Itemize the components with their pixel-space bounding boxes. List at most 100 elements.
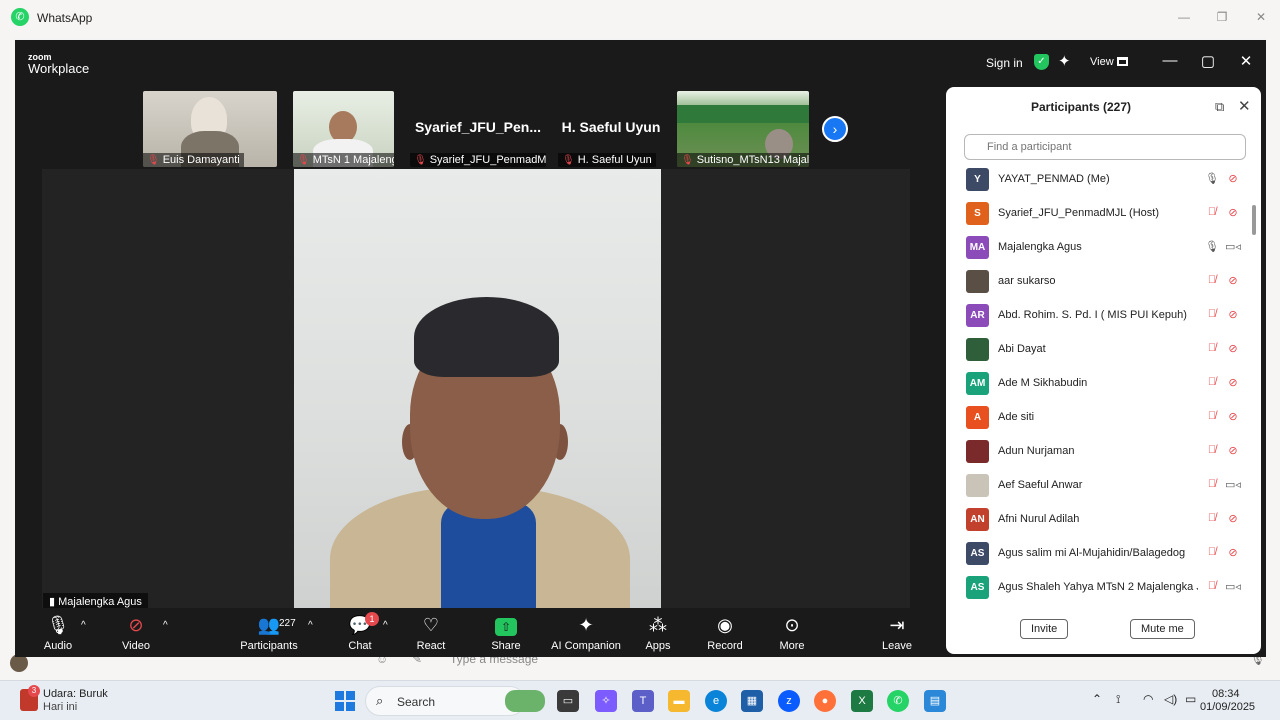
gallery-tile[interactable]: H. Saeful Uyun 🎙 H. Saeful Uyun: [558, 91, 664, 167]
weather-status[interactable]: Udara: Buruk: [43, 688, 108, 700]
more-button[interactable]: ⊙ More: [777, 614, 807, 652]
camera-off-icon[interactable]: ⊘: [1224, 274, 1242, 287]
microphone-icon[interactable]: 🎙: [1204, 240, 1220, 253]
participant-row[interactable]: AR Abd. Rohim. S. Pd. I ( MIS PUI Kepuh) 🎙…: [946, 299, 1251, 333]
wifi-icon[interactable]: ◠: [1143, 692, 1153, 706]
teams-icon[interactable]: T: [632, 690, 654, 712]
video-options-caret[interactable]: ^: [163, 620, 168, 631]
view-grid-icon[interactable]: [1117, 57, 1128, 66]
participant-row[interactable]: AS Agus Shaleh Yahya MTsN 2 Majalengka Ja…: [946, 571, 1251, 605]
participant-name: Abi Dayat: [998, 343, 1046, 355]
mic-muted-icon[interactable]: 🎙̸: [1204, 444, 1220, 456]
participant-row[interactable]: aar sukarso 🎙̸ ⊘: [946, 265, 1251, 299]
chevron-up-icon[interactable]: ⌃: [1092, 692, 1102, 706]
participant-row[interactable]: MA Majalengka Agus 🎙 ▭◃: [946, 231, 1251, 265]
pop-out-icon[interactable]: ⧉: [1215, 99, 1224, 115]
maximize-icon[interactable]: ▢: [1198, 52, 1218, 70]
ai-companion-button[interactable]: ✦ AI Companion: [551, 614, 621, 652]
audio-button[interactable]: 🎙 Audio: [43, 614, 73, 652]
shield-icon[interactable]: ✓: [1034, 54, 1049, 70]
scrollbar[interactable]: [1252, 205, 1256, 235]
whatsapp-app-icon[interactable]: ✆: [887, 690, 909, 712]
mic-muted-icon[interactable]: 🎙̸: [1204, 410, 1220, 422]
gallery-next-button[interactable]: ›: [822, 116, 848, 142]
participant-row[interactable]: Adun Nurjaman 🎙̸ ⊘: [946, 435, 1251, 469]
camera-icon[interactable]: ▭◃: [1224, 240, 1242, 253]
mic-muted-icon[interactable]: 🎙̸: [1204, 206, 1220, 218]
taskbar-search[interactable]: ⌕ Search: [365, 686, 525, 716]
chat-button[interactable]: 💬 1 Chat: [345, 612, 379, 652]
task-view-icon[interactable]: ▭: [557, 690, 579, 712]
close-icon[interactable]: ✕: [1236, 52, 1256, 70]
copilot-icon[interactable]: ✧: [595, 690, 617, 712]
mic-muted-icon[interactable]: 🎙̸: [1204, 546, 1220, 558]
camera-off-icon[interactable]: ⊘: [1224, 342, 1242, 355]
participants-button[interactable]: 👥 227 Participants: [239, 614, 299, 652]
participant-row[interactable]: Abi Dayat 🎙̸ ⊘: [946, 333, 1251, 367]
network-icon[interactable]: ⟟: [1116, 692, 1120, 707]
widget-icon[interactable]: [505, 690, 545, 712]
participant-row[interactable]: AM Ade M Sikhabudin 🎙̸ ⊘: [946, 367, 1251, 401]
search-input[interactable]: [964, 134, 1246, 160]
close-icon[interactable]: ✕: [1238, 97, 1251, 115]
start-button[interactable]: [335, 691, 355, 711]
chat-options-caret[interactable]: ^: [383, 620, 388, 631]
camera-off-icon[interactable]: ⊘: [1224, 546, 1242, 559]
camera-off-icon[interactable]: ⊘: [1224, 376, 1242, 389]
apps-button[interactable]: ⁂ Apps: [643, 614, 673, 652]
participant-row[interactable]: Y YAYAT_PENMAD (Me) 🎙 ⊘: [946, 163, 1251, 197]
participant-row[interactable]: A Ade siti 🎙̸ ⊘: [946, 401, 1251, 435]
leave-button[interactable]: ⇥ Leave: [882, 614, 912, 652]
file-explorer-icon[interactable]: ▬: [668, 690, 690, 712]
calculator-icon[interactable]: ▤: [924, 690, 946, 712]
participants-options-caret[interactable]: ^: [308, 620, 313, 631]
mic-muted-icon[interactable]: 🎙̸: [1204, 274, 1220, 286]
close-icon[interactable]: ✕: [1243, 7, 1279, 27]
participant-row[interactable]: S Syarief_JFU_PenmadMJL (Host) 🎙̸ ⊘: [946, 197, 1251, 231]
mic-muted-icon[interactable]: 🎙̸: [1204, 478, 1220, 490]
clock-time[interactable]: 08:34: [1212, 688, 1240, 700]
video-button[interactable]: ⊘ Video: [121, 614, 151, 652]
ai-sparkle-icon[interactable]: ✦: [1058, 52, 1071, 70]
mic-muted-icon[interactable]: 🎙̸: [1204, 342, 1220, 354]
record-button[interactable]: ◉ Record: [707, 614, 743, 652]
camera-off-icon[interactable]: ⊘: [1224, 444, 1242, 457]
camera-off-icon[interactable]: ⊘: [1224, 410, 1242, 423]
participant-row[interactable]: AS Agus salim mi Al-Mujahidin/Balagedog 🎙̸…: [946, 537, 1251, 571]
gallery-tile[interactable]: Syarief_JFU_Pen... 🎙 Syarief_JFU_PenmadM.…: [410, 91, 546, 167]
edge-icon[interactable]: e: [705, 690, 727, 712]
gallery-tile[interactable]: 🎙 Sutisno_MTsN13 Majal...: [677, 91, 809, 167]
invite-button[interactable]: Invite: [1020, 619, 1069, 639]
mic-muted-icon[interactable]: 🎙̸: [1204, 308, 1220, 320]
gallery-tile[interactable]: 🎙MTsN 1 Majalengka: [293, 91, 394, 167]
firefox-icon[interactable]: ●: [814, 690, 836, 712]
participant-row[interactable]: Aef Saeful Anwar 🎙̸ ▭◃: [946, 469, 1251, 503]
view-button[interactable]: View: [1090, 56, 1114, 68]
mic-muted-icon[interactable]: 🎙̸: [1204, 580, 1220, 592]
mic-muted-icon[interactable]: 🎙̸: [1204, 512, 1220, 524]
share-button[interactable]: ⇧ Share: [490, 614, 522, 652]
gallery-tile[interactable]: 🎙 Euis Damayanti: [143, 91, 277, 167]
excel-icon[interactable]: X: [851, 690, 873, 712]
mute-me-button[interactable]: Mute me: [1130, 619, 1195, 639]
camera-icon[interactable]: ▭◃: [1224, 580, 1242, 593]
audio-options-caret[interactable]: ^: [81, 620, 86, 631]
sign-in-button[interactable]: Sign in: [986, 56, 1023, 70]
camera-off-icon[interactable]: ⊘: [1224, 206, 1242, 219]
battery-icon[interactable]: ▭: [1185, 692, 1196, 706]
mic-muted-icon[interactable]: 🎙̸: [1204, 376, 1220, 388]
minimize-icon[interactable]: —: [1166, 7, 1202, 27]
camera-off-icon[interactable]: ⊘: [1224, 512, 1242, 525]
clock-date[interactable]: 01/09/2025: [1200, 701, 1255, 713]
maximize-icon[interactable]: ❐: [1204, 7, 1240, 27]
camera-icon[interactable]: ▭◃: [1224, 478, 1242, 491]
react-button[interactable]: ♡ React: [415, 614, 447, 652]
camera-off-icon[interactable]: ⊘: [1224, 308, 1242, 321]
microphone-icon[interactable]: 🎙: [1204, 172, 1220, 185]
volume-icon[interactable]: ◁): [1164, 692, 1177, 706]
participant-row[interactable]: AN Afni Nurul Adilah 🎙̸ ⊘: [946, 503, 1251, 537]
camera-off-icon[interactable]: ⊘: [1224, 172, 1242, 185]
minimize-icon[interactable]: —: [1160, 52, 1180, 69]
zoom-app-icon[interactable]: z: [778, 690, 800, 712]
store-icon[interactable]: ▦: [741, 690, 763, 712]
